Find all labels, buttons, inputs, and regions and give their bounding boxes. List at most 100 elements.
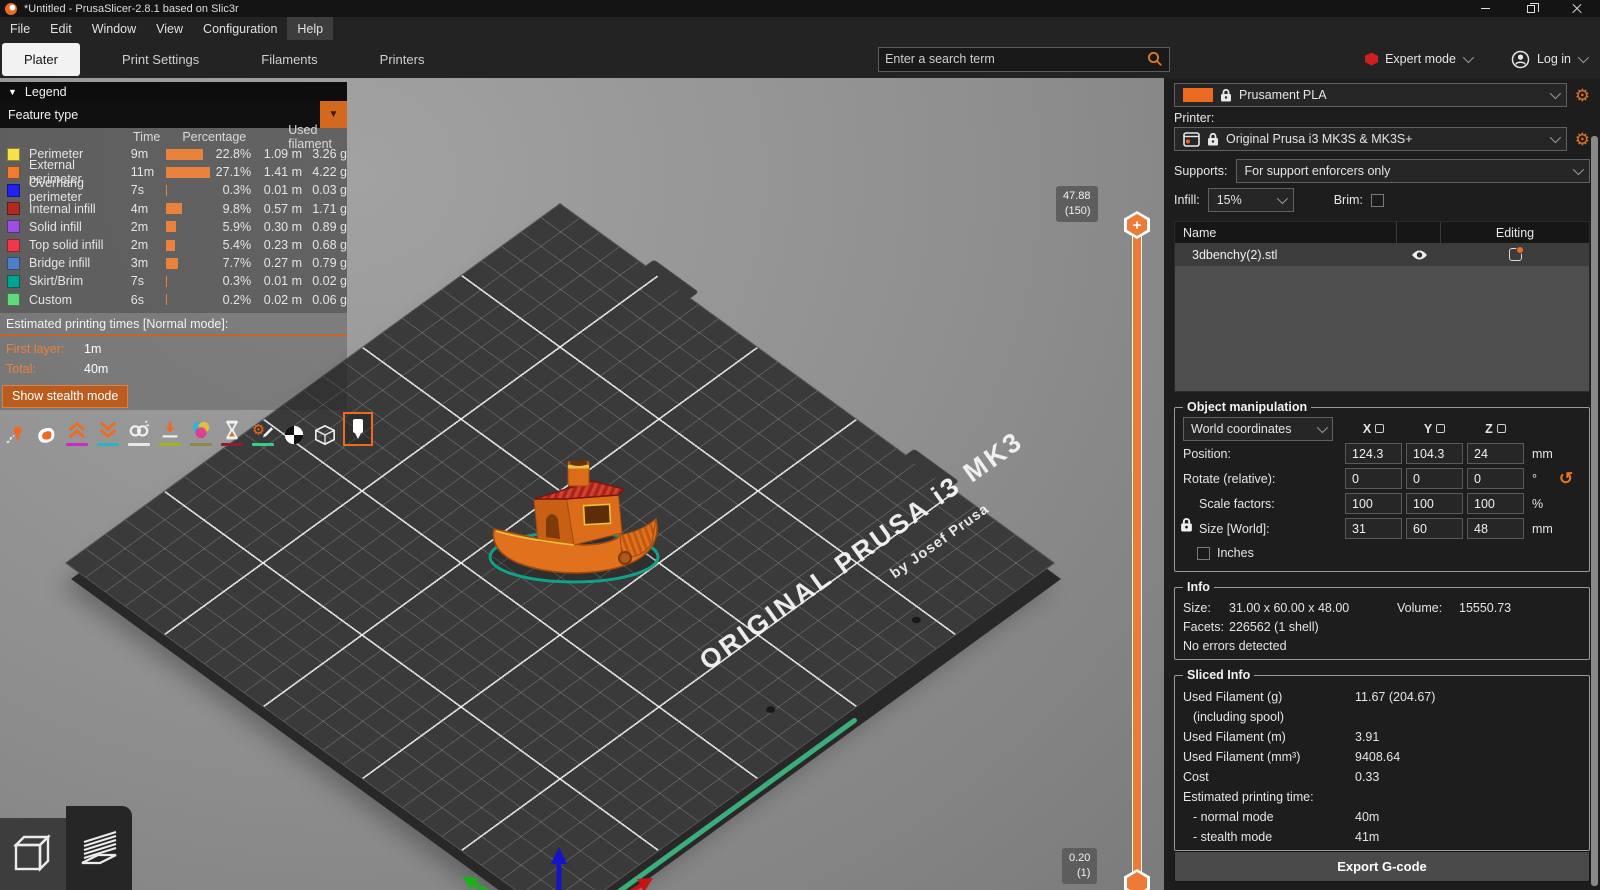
manip-y-input[interactable] xyxy=(1406,443,1463,464)
feature-color-swatch xyxy=(7,148,20,161)
manip-z-input[interactable] xyxy=(1467,493,1524,514)
manip-x-input[interactable] xyxy=(1345,518,1402,539)
feature-length: 1.41 m xyxy=(251,165,302,179)
object-list-row[interactable]: 3dbenchy(2).stl xyxy=(1175,243,1589,266)
filament-preset-select[interactable]: Prusament PLA xyxy=(1174,83,1567,107)
axes-indicator-icon xyxy=(440,833,670,890)
feature-percent-bar xyxy=(166,203,213,214)
tab-print-settings[interactable]: Print Settings xyxy=(102,43,219,76)
tool-changes-icon[interactable] xyxy=(157,416,183,446)
object-list-header: Name Editing xyxy=(1175,222,1589,243)
deretractions-icon[interactable] xyxy=(95,416,121,446)
layer-slider-top-tooltip: 47.88(150) xyxy=(1056,186,1098,222)
legend-row[interactable]: Overhang perimeter7s0.3%0.01 m0.03 g xyxy=(0,181,347,199)
brim-checkbox[interactable] xyxy=(1371,194,1384,207)
underline xyxy=(97,443,119,446)
sliced-label: Used Filament (g) xyxy=(1183,690,1355,704)
unit-label: mm xyxy=(1528,522,1552,536)
manip-y-input[interactable] xyxy=(1406,518,1463,539)
feature-time: 3m xyxy=(131,256,166,270)
layer-slider-top-handle[interactable]: + xyxy=(1124,211,1150,239)
benchy-model[interactable] xyxy=(482,461,664,593)
show-stealth-mode-button[interactable]: Show stealth mode xyxy=(2,385,128,408)
legend-row[interactable]: Solid infill2m5.9%0.30 m0.89 g xyxy=(0,218,347,236)
legend-row[interactable]: Internal infill4m9.8%0.57 m1.71 g xyxy=(0,200,347,218)
sliced-info-row: Used Filament (g)11.67 (204.67) xyxy=(1183,690,1581,704)
sliced-value: 0.33 xyxy=(1355,770,1379,784)
tool-marker-icon[interactable] xyxy=(343,412,373,446)
feature-color-swatch xyxy=(7,257,20,270)
menu-item-view[interactable]: View xyxy=(146,17,193,40)
filament-settings-gear-icon[interactable]: ⚙ xyxy=(1575,87,1590,104)
uniform-scale-lock-icon[interactable] xyxy=(1180,517,1193,532)
edit-object-button[interactable] xyxy=(1441,248,1589,261)
legend-header[interactable]: ▼ Legend xyxy=(0,82,347,101)
mode-selector[interactable]: Expert mode xyxy=(1365,52,1471,66)
manip-y-input[interactable] xyxy=(1406,468,1463,489)
wipe-icon[interactable] xyxy=(33,416,59,446)
feature-length: 0.23 m xyxy=(251,238,302,252)
legend-row[interactable]: Bridge infill3m7.7%0.27 m0.79 g xyxy=(0,254,347,272)
legend-title: Legend xyxy=(25,85,67,99)
infill-select[interactable]: 15% xyxy=(1208,188,1294,212)
legend-row[interactable]: Custom6s0.2%0.02 m0.06 g xyxy=(0,291,347,309)
visibility-toggle[interactable] xyxy=(1397,249,1441,261)
manip-z-input[interactable] xyxy=(1467,468,1524,489)
copy-icon[interactable] xyxy=(1375,424,1384,433)
feature-percent-bar xyxy=(166,276,213,287)
coordinates-select[interactable]: World coordinates xyxy=(1183,417,1333,441)
viewport-3d[interactable]: ORIGINAL PRUSA i3 MK3 by Josef Prusa xyxy=(0,78,1164,890)
preview-view-button[interactable] xyxy=(66,806,132,890)
copy-icon[interactable] xyxy=(1497,424,1506,433)
feature-length: 0.27 m xyxy=(251,256,302,270)
search-box[interactable] xyxy=(878,47,1170,72)
restore-button[interactable] xyxy=(1508,0,1554,17)
manip-x-input[interactable] xyxy=(1345,468,1402,489)
login-button[interactable]: Log in xyxy=(1511,50,1586,69)
manip-y-input[interactable] xyxy=(1406,493,1463,514)
sliced-info-row: - normal mode40m xyxy=(1183,810,1581,824)
printer-settings-gear-icon[interactable]: ⚙ xyxy=(1575,131,1590,148)
shells-icon[interactable] xyxy=(312,416,338,446)
printer-preset-select[interactable]: Original Prusa i3 MK3S & MK3S+ xyxy=(1174,127,1567,151)
legend-row[interactable]: Skirt/Brim7s0.3%0.01 m0.02 g xyxy=(0,272,347,290)
close-button[interactable] xyxy=(1554,0,1600,17)
color-changes-icon[interactable] xyxy=(188,416,214,446)
menu-item-edit[interactable]: Edit xyxy=(40,17,82,40)
reset-rotation-icon[interactable]: ↺ xyxy=(1559,469,1573,488)
manip-x-input[interactable] xyxy=(1345,493,1402,514)
sliced-value: 9408.64 xyxy=(1355,750,1400,764)
minimize-button[interactable] xyxy=(1462,0,1508,17)
sidebar-scrollbar[interactable] xyxy=(1591,136,1598,886)
feature-label: Top solid infill xyxy=(29,238,131,252)
chevron-down-icon xyxy=(1276,193,1287,204)
supports-select[interactable]: For support enforcers only xyxy=(1236,159,1590,183)
layer-slider-bottom-handle[interactable] xyxy=(1124,869,1150,890)
seams-icon[interactable] xyxy=(126,416,152,446)
legend-row[interactable]: Top solid infill2m5.4%0.23 m0.68 g xyxy=(0,236,347,254)
manip-x-input[interactable] xyxy=(1345,443,1402,464)
center-of-gravity-icon[interactable] xyxy=(281,416,307,446)
copy-icon[interactable] xyxy=(1436,424,1445,433)
minimize-icon xyxy=(1481,8,1490,9)
inches-checkbox[interactable] xyxy=(1197,547,1210,560)
printer-label: Printer: xyxy=(1174,111,1214,125)
search-input[interactable] xyxy=(885,52,1147,66)
export-gcode-button[interactable]: Export G-code xyxy=(1174,851,1590,882)
manip-z-input[interactable] xyxy=(1467,443,1524,464)
tab-plater[interactable]: Plater xyxy=(2,43,80,76)
tab-printers[interactable]: Printers xyxy=(360,43,445,76)
tab-filaments[interactable]: Filaments xyxy=(241,43,337,76)
menu-item-window[interactable]: Window xyxy=(82,17,146,40)
menu-item-file[interactable]: File xyxy=(0,17,40,40)
manip-z-input[interactable] xyxy=(1467,518,1524,539)
retractions-icon[interactable] xyxy=(64,416,90,446)
pause-prints-icon[interactable] xyxy=(219,416,245,446)
search-icon[interactable] xyxy=(1147,51,1163,67)
editor-view-button[interactable] xyxy=(0,818,66,890)
custom-gcodes-icon[interactable]: ⚙ xyxy=(250,416,276,446)
menu-item-configuration[interactable]: Configuration xyxy=(193,17,287,40)
travels-icon[interactable] xyxy=(2,416,28,446)
menu-item-help[interactable]: Help xyxy=(287,17,333,40)
layer-slider-track[interactable] xyxy=(1132,225,1142,885)
